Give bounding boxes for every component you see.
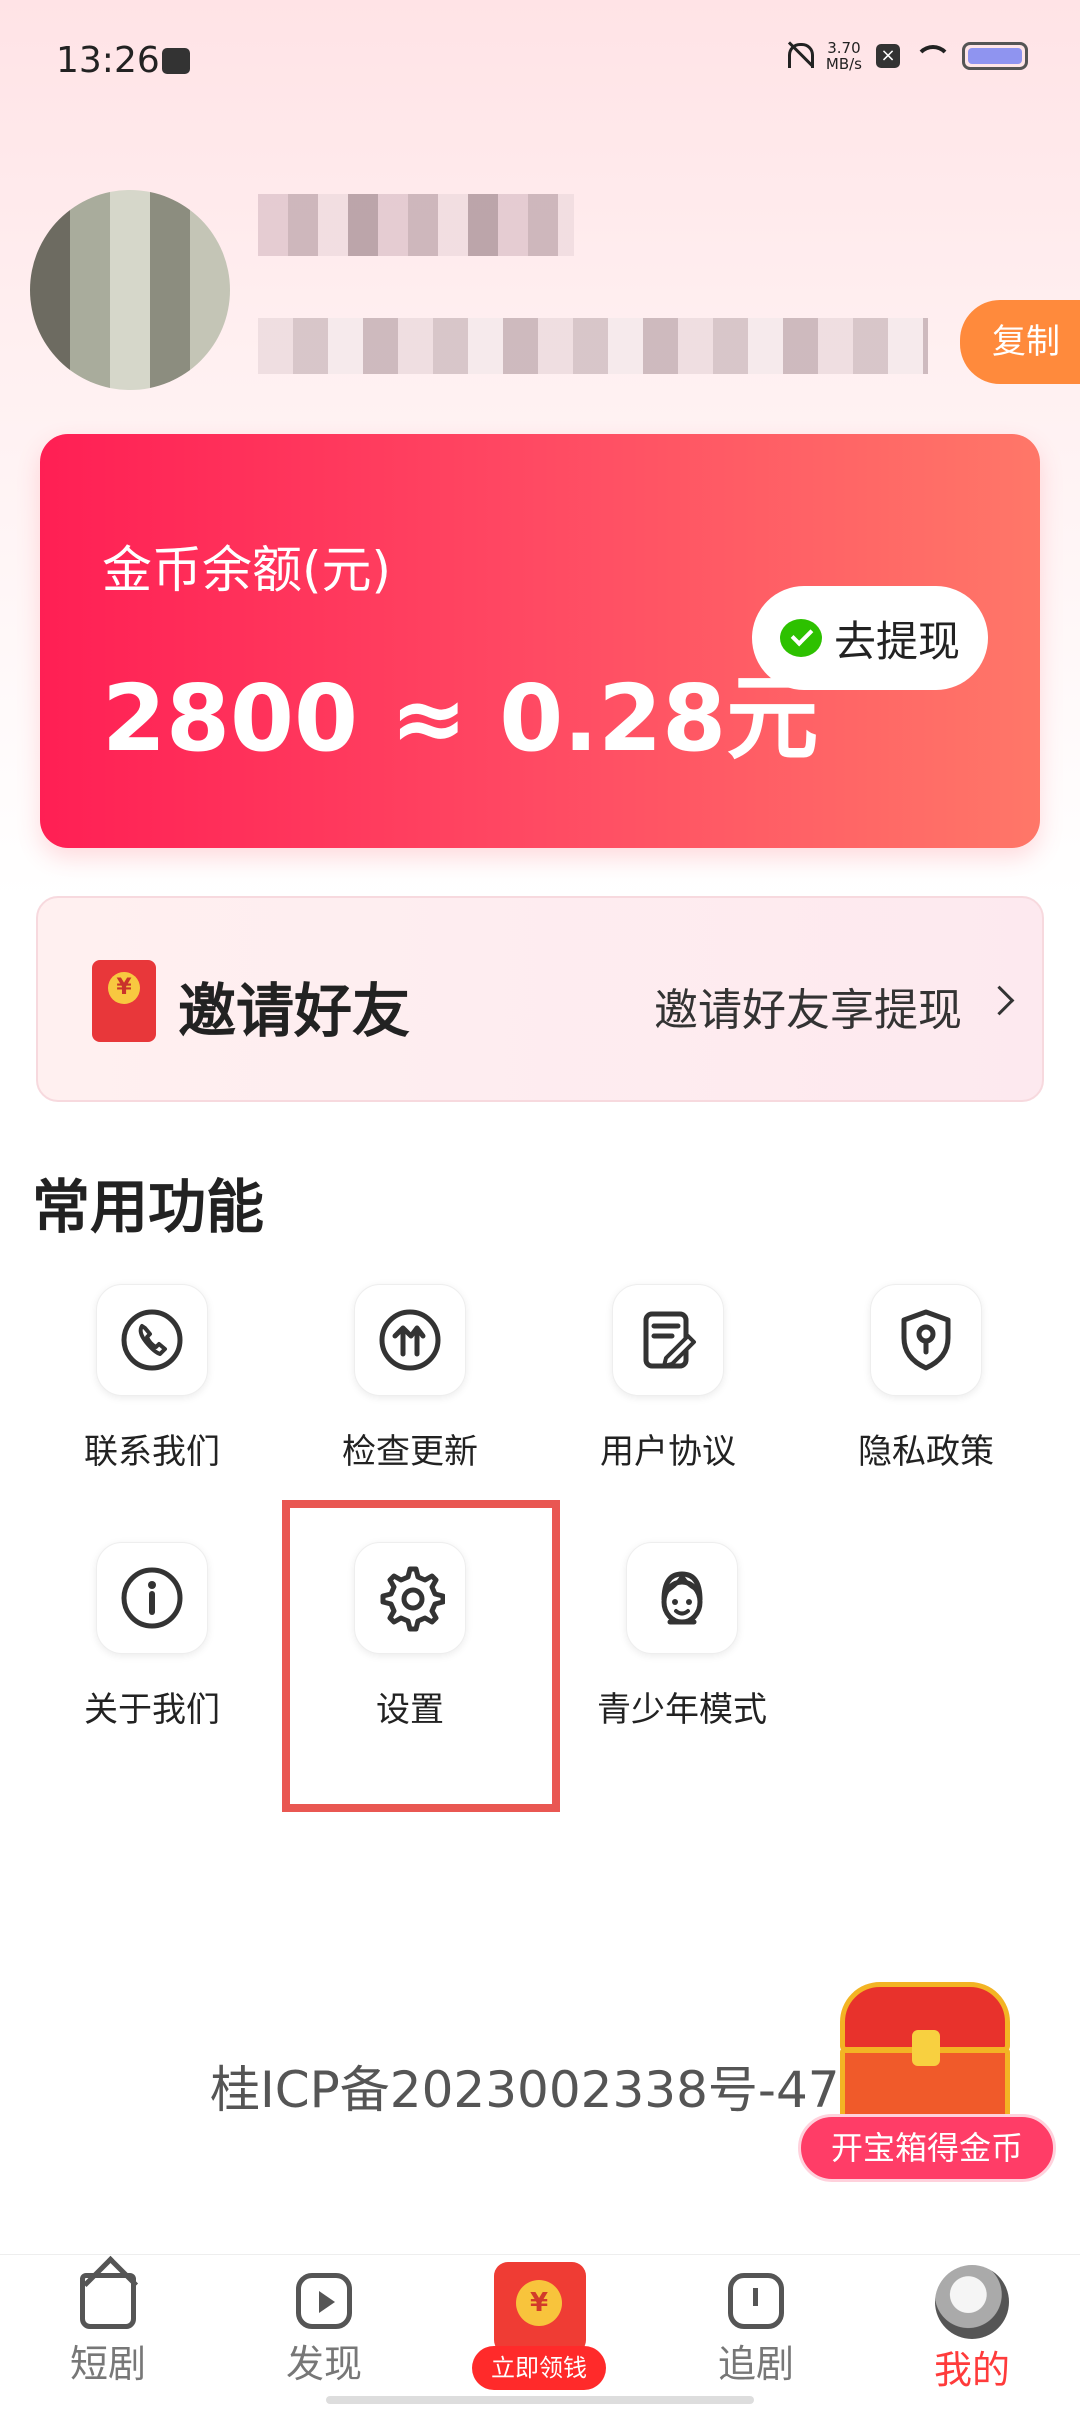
func-label: 检查更新 (342, 1432, 478, 1472)
func-check-update[interactable]: 检查更新 (310, 1284, 510, 1484)
red-envelope-icon (92, 960, 156, 1042)
wifi-icon (914, 43, 948, 69)
status-icons: 3.70 MB/s × (784, 40, 1028, 72)
shield-icon (870, 1284, 982, 1396)
func-label: 隐私政策 (858, 1432, 994, 1472)
home-icon (80, 2273, 136, 2329)
info-icon (96, 1542, 208, 1654)
user-avatar[interactable] (30, 190, 230, 390)
func-contact-us[interactable]: 联系我们 (52, 1284, 252, 1484)
notification-icon (162, 48, 190, 74)
open-chest-button[interactable]: 开宝箱得金币 (798, 2114, 1056, 2182)
func-label: 青少年模式 (597, 1690, 767, 1730)
icp-record: 桂ICP备2023002338号-47 (210, 2061, 840, 2119)
chevron-right-icon (984, 985, 1015, 1016)
battery-icon (962, 42, 1028, 70)
nav-label: 短剧 (69, 2342, 146, 2386)
withdraw-button[interactable]: 去提现 (752, 586, 988, 690)
update-icon (354, 1284, 466, 1396)
settings-highlight-box (282, 1500, 560, 1812)
nav-mine[interactable]: 我的 (882, 2255, 1062, 2409)
user-id-redacted (258, 318, 928, 374)
coin-icon: ¥ (516, 2280, 562, 2326)
func-about-us[interactable]: 关于我们 (52, 1542, 252, 1742)
func-label: 用户协议 (600, 1432, 736, 1472)
clock-icon (728, 2273, 784, 2329)
nav-claim-money[interactable]: ¥ 立即领钱 (468, 2262, 610, 2398)
section-title: 常用功能 (32, 1173, 265, 1241)
copy-button[interactable]: 复制 (960, 300, 1080, 384)
play-icon (296, 2273, 352, 2329)
nav-label: 我的 (933, 2348, 1010, 2392)
withdraw-label: 去提现 (833, 616, 960, 666)
func-teen-mode[interactable]: 青少年模式 (582, 1542, 782, 1742)
mute-icon (784, 41, 814, 71)
close-notification-icon: × (876, 44, 900, 68)
child-face-icon (626, 1542, 738, 1654)
user-name-redacted (258, 194, 574, 256)
avatar-icon (935, 2265, 1009, 2339)
invite-friends-banner[interactable]: 邀请好友 邀请好友享提现 (36, 896, 1044, 1102)
invite-subtitle: 邀请好友享提现 (654, 985, 962, 1036)
nav-label: 追剧 (717, 2342, 794, 2386)
phone-icon (96, 1284, 208, 1396)
nav-short-drama[interactable]: 短剧 (18, 2255, 198, 2409)
status-time: 13:26 (56, 40, 160, 81)
profile-header: 复制 (0, 170, 1080, 430)
coin-balance-value: 2800 ≈ 0.28元 (102, 665, 819, 772)
func-label: 关于我们 (84, 1690, 220, 1730)
func-user-agreement[interactable]: 用户协议 (568, 1284, 768, 1484)
status-bar: 13:26 3.70 MB/s × (0, 0, 1080, 126)
func-label: 联系我们 (84, 1432, 220, 1472)
wechat-icon (779, 619, 822, 657)
invite-title: 邀请好友 (178, 977, 411, 1045)
nav-follow-drama[interactable]: 追剧 (666, 2255, 846, 2409)
coin-balance-card: 金币余额(元) 2800 ≈ 0.28元 去提现 (40, 434, 1040, 848)
claim-money-label: 立即领钱 (472, 2346, 606, 2390)
nav-discover[interactable]: 发现 (234, 2255, 414, 2409)
home-indicator (326, 2396, 754, 2404)
network-speed: 3.70 MB/s (825, 39, 862, 73)
document-icon (612, 1284, 724, 1396)
coin-balance-label: 金币余额(元) (102, 541, 392, 599)
nav-label: 发现 (285, 2342, 362, 2386)
func-privacy-policy[interactable]: 隐私政策 (826, 1284, 1026, 1484)
